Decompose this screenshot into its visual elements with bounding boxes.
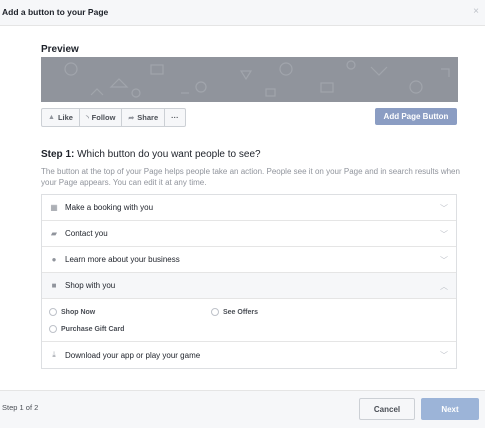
chevron-down-icon: ﹀ bbox=[440, 230, 448, 239]
radio-circle bbox=[49, 325, 57, 333]
step-title-prefix: Step 1: bbox=[41, 149, 75, 160]
dialog-header: Add a button to your Page × bbox=[0, 0, 485, 26]
shopping-bag-icon: ■ bbox=[51, 281, 57, 290]
radio-shop-now[interactable]: Shop Now bbox=[49, 308, 95, 316]
option-contact[interactable]: ▰ Contact you ﹀ bbox=[42, 221, 456, 247]
radio-see-offers[interactable]: See Offers bbox=[211, 308, 258, 316]
radio-label: See Offers bbox=[223, 308, 259, 316]
share-button[interactable]: ➦ Share bbox=[122, 109, 166, 126]
step-title-text: Which button do you want people to see? bbox=[74, 149, 261, 160]
like-button[interactable]: ▲ Like bbox=[42, 109, 80, 126]
option-download-app[interactable]: ⤓ Download your app or play your game ﹀ bbox=[42, 342, 456, 368]
option-label: Make a booking with you bbox=[65, 203, 154, 212]
share-label: Share bbox=[137, 113, 159, 122]
option-label: Contact you bbox=[65, 229, 108, 238]
follow-button[interactable]: ◝ Follow bbox=[80, 109, 123, 126]
more-icon: ··· bbox=[171, 113, 179, 122]
preview-label: Preview bbox=[41, 44, 79, 55]
step-description: The button at the top of your Page helps… bbox=[41, 167, 460, 187]
close-icon[interactable]: × bbox=[473, 6, 479, 17]
chevron-up-icon: ︿ bbox=[440, 282, 448, 291]
shop-suboptions: Shop Now See Offers Purchase Gift Card bbox=[42, 299, 456, 342]
cover-pattern bbox=[64, 60, 450, 98]
add-page-button[interactable]: Add Page Button bbox=[375, 108, 457, 125]
more-button[interactable]: ··· bbox=[165, 109, 185, 126]
radio-label: Shop Now bbox=[61, 308, 96, 316]
info-icon: ● bbox=[51, 255, 57, 264]
radio-purchase-gift-card[interactable]: Purchase Gift Card bbox=[49, 325, 124, 333]
thumbs-up-icon: ▲ bbox=[48, 114, 55, 121]
button-options-list: ▦ Make a booking with you ﹀ ▰ Contact yo… bbox=[41, 194, 457, 369]
dialog-title: Add a button to your Page bbox=[2, 7, 109, 17]
step-count: Step 1 of 2 bbox=[2, 403, 39, 412]
rss-icon: ◝ bbox=[85, 114, 89, 122]
dialog-footer: Step 1 of 2 Cancel Next bbox=[0, 390, 485, 428]
chevron-down-icon: ﹀ bbox=[440, 204, 448, 213]
message-icon: ▰ bbox=[50, 229, 58, 238]
calendar-icon: ▦ bbox=[50, 203, 58, 212]
option-label: Shop with you bbox=[65, 281, 116, 290]
option-booking[interactable]: ▦ Make a booking with you ﹀ bbox=[42, 195, 456, 221]
next-button[interactable]: Next bbox=[421, 398, 479, 420]
cover-photo-placeholder bbox=[41, 57, 458, 102]
radio-circle bbox=[211, 308, 219, 316]
option-learn-more[interactable]: ● Learn more about your business ﹀ bbox=[42, 247, 456, 273]
radio-circle bbox=[49, 308, 57, 316]
follow-label: Follow bbox=[91, 113, 116, 122]
option-label: Download your app or play your game bbox=[65, 350, 201, 360]
download-icon: ⤓ bbox=[52, 350, 56, 359]
like-label: Like bbox=[57, 113, 73, 122]
page-action-buttons: ▲ Like ◝ Follow ➦ Share ··· bbox=[41, 108, 186, 127]
option-label: Learn more about your business bbox=[65, 255, 180, 264]
share-icon: ➦ bbox=[128, 114, 135, 122]
step-title: Step 1: Which button do you want people … bbox=[41, 149, 261, 160]
radio-label: Purchase Gift Card bbox=[61, 325, 125, 333]
cancel-button[interactable]: Cancel bbox=[359, 398, 415, 420]
chevron-down-icon: ﹀ bbox=[440, 351, 448, 360]
option-shop[interactable]: ■ Shop with you ︿ bbox=[42, 273, 456, 299]
chevron-down-icon: ﹀ bbox=[440, 256, 448, 265]
